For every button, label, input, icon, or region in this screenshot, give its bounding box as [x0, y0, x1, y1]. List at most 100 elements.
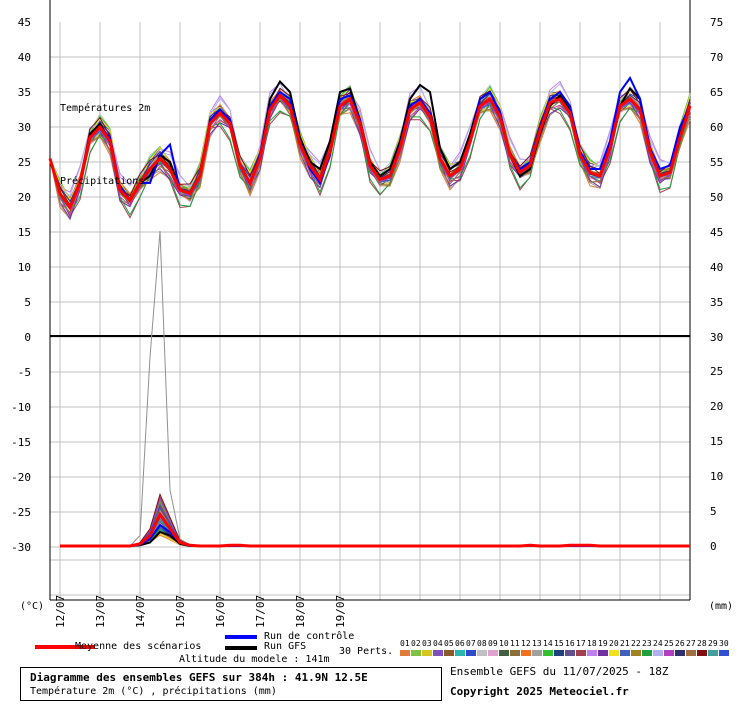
- legend-gfs-label: Run GFS: [264, 641, 307, 652]
- left-tick-label: 25: [18, 156, 31, 169]
- run-info: Ensemble GEFS du 11/07/2025 - 18Z: [450, 665, 669, 678]
- member-color-swatch: [565, 650, 575, 656]
- x-tick-label: 17/07: [254, 595, 267, 628]
- temp-control-line: [49, 76, 691, 210]
- member-color-swatch: [642, 650, 652, 656]
- member-color-swatch: [697, 650, 707, 656]
- temperature-panel-label: Températures 2m: [60, 103, 151, 114]
- member-color-swatch: [631, 650, 641, 656]
- x-tick-label: 14/07: [134, 595, 147, 628]
- footer-box: Diagramme des ensembles GEFS sur 384h : …: [20, 667, 442, 701]
- member-id-label: 22: [631, 639, 641, 648]
- temp-member-line: [49, 98, 691, 213]
- member-color-swatch: [510, 650, 520, 656]
- left-tick-label: -15: [11, 436, 31, 449]
- member-id-label: 14: [543, 639, 553, 648]
- right-tick-label: 50: [710, 191, 723, 204]
- member-color-swatch: [411, 650, 421, 656]
- left-unit-label: (°C): [20, 601, 45, 612]
- member-color-swatch: [499, 650, 509, 656]
- member-id-label: 04: [433, 639, 443, 648]
- precipitation-panel-label: Précipitations: [60, 176, 145, 187]
- left-tick-label: -10: [11, 401, 31, 414]
- left-tick-label: 30: [18, 121, 31, 134]
- member-color-swatch: [587, 650, 597, 656]
- member-id-label: 13: [532, 639, 542, 648]
- member-id-label: 10: [499, 639, 509, 648]
- right-tick-label: 40: [710, 261, 723, 274]
- member-color-swatch: [664, 650, 674, 656]
- member-color-swatch: [488, 650, 498, 656]
- temp-member-line: [49, 100, 691, 210]
- member-color-swatch: [609, 650, 619, 656]
- right-tick-label: 60: [710, 121, 723, 134]
- member-id-label: 26: [675, 639, 685, 648]
- member-id-label: 05: [444, 639, 454, 648]
- right-tick-label: 70: [710, 51, 723, 64]
- member-color-swatch: [477, 650, 487, 656]
- left-tick-label: 40: [18, 51, 31, 64]
- member-id-label: 03: [422, 639, 432, 648]
- member-id-label: 16: [565, 639, 575, 648]
- right-tick-label: 0: [710, 540, 717, 553]
- right-tick-label: 75: [710, 16, 723, 29]
- member-id-label: 06: [455, 639, 465, 648]
- chart-title: Diagramme des ensembles GEFS sur 384h : …: [30, 671, 368, 684]
- member-color-swatch: [444, 650, 454, 656]
- right-tick-label: 55: [710, 156, 723, 169]
- member-color-swatch: [686, 650, 696, 656]
- member-color-swatch: [532, 650, 542, 656]
- left-tick-label: 35: [18, 86, 31, 99]
- member-color-swatch: [422, 650, 432, 656]
- member-id-label: 12: [521, 639, 531, 648]
- right-tick-label: 35: [710, 296, 723, 309]
- member-color-swatch: [708, 650, 718, 656]
- member-id-label: 15: [554, 639, 564, 648]
- member-id-label: 27: [686, 639, 696, 648]
- member-color-swatch: [554, 650, 564, 656]
- temp-gfs-line: [49, 79, 691, 210]
- member-id-label: 21: [620, 639, 630, 648]
- member-id-label: 11: [510, 639, 520, 648]
- right-tick-label: 5: [710, 505, 717, 518]
- left-tick-label: -25: [11, 506, 31, 519]
- member-id-label: 08: [477, 639, 487, 648]
- temp-member-line: [49, 96, 691, 211]
- member-id-label: 17: [576, 639, 586, 648]
- member-color-swatch: [598, 650, 608, 656]
- x-tick-label: 13/07: [94, 595, 107, 628]
- left-tick-label: 10: [18, 261, 31, 274]
- right-unit-label: (mm): [709, 601, 734, 612]
- x-tick-label: 19/07: [334, 595, 347, 628]
- member-color-swatch: [719, 650, 729, 656]
- left-tick-label: -30: [11, 541, 31, 554]
- precip-max-line: [60, 230, 690, 547]
- left-tick-label: 20: [18, 191, 31, 204]
- member-color-swatch: [675, 650, 685, 656]
- right-tick-label: 30: [710, 331, 723, 344]
- right-tick-label: 45: [710, 226, 723, 239]
- right-tick-label: 25: [710, 365, 723, 378]
- left-tick-label: 0: [24, 331, 31, 344]
- member-color-swatch: [576, 650, 586, 656]
- temp-member-line: [49, 99, 691, 210]
- member-id-label: 29: [708, 639, 718, 648]
- right-tick-label: 20: [710, 400, 723, 413]
- legend-control-swatch: [225, 635, 257, 639]
- member-id-label: 09: [488, 639, 498, 648]
- member-id-label: 02: [411, 639, 421, 648]
- legend-perts-label: 30 Perts.: [339, 646, 394, 657]
- axes: 454035302520151050-5-10-15-20-25-3075706…: [11, 0, 723, 628]
- left-tick-label: -5: [18, 366, 31, 379]
- left-tick-label: -20: [11, 471, 31, 484]
- member-color-swatch: [620, 650, 630, 656]
- member-color-swatch: [466, 650, 476, 656]
- member-color-swatch: [653, 650, 663, 656]
- x-tick-label: 12/07: [54, 595, 67, 628]
- temp-member-line: [49, 98, 691, 210]
- temp-member-line: [49, 98, 691, 213]
- member-id-label: 07: [466, 639, 476, 648]
- left-tick-label: 45: [18, 16, 31, 29]
- ensemble-chart: 45 40 35 30 25 20 15 10 5 0 -5 -10 -15 -20 -25 -30 75 70 6…: [0, 0, 740, 701]
- legend-gfs-swatch: [225, 646, 257, 650]
